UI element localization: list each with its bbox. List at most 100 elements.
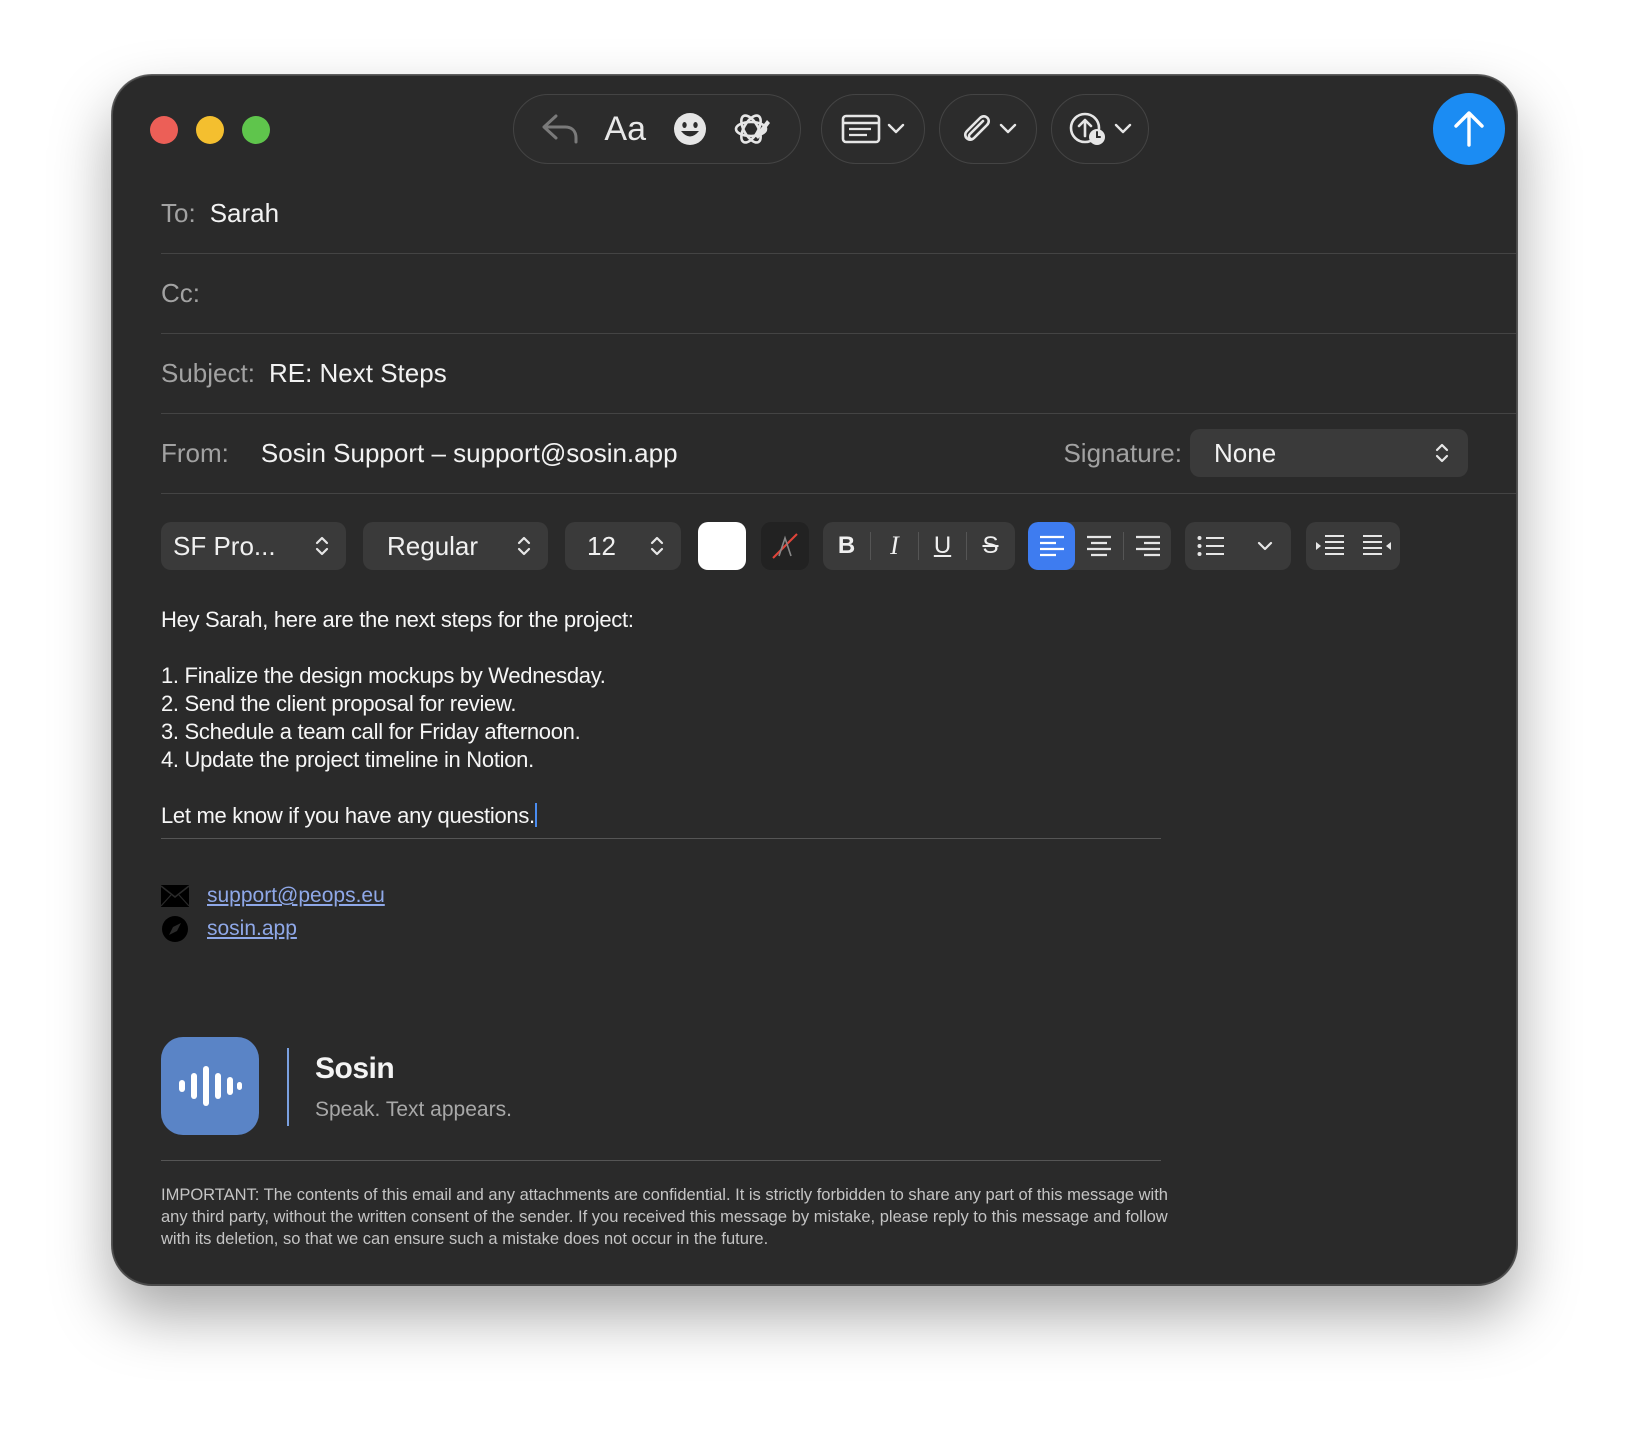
chevron-down-icon <box>1257 541 1273 551</box>
compass-icon <box>162 916 188 942</box>
underline-label: U <box>933 532 952 559</box>
send-later-button[interactable] <box>1068 95 1132 163</box>
background-color-swatch[interactable] <box>761 522 809 570</box>
attachment-icon <box>964 115 990 141</box>
zoom-window-button[interactable] <box>242 116 270 144</box>
chevron-updown-icon <box>650 536 664 556</box>
header-fields-group <box>821 94 925 164</box>
message-body[interactable]: Hey Sarah, here are the next steps for t… <box>161 606 1161 830</box>
subject-row: Subject: RE: Next Steps <box>161 334 1516 414</box>
signature-select[interactable]: None <box>1190 429 1468 477</box>
no-color-icon <box>772 533 798 559</box>
body-greeting: Hey Sarah, here are the next steps for t… <box>161 607 634 632</box>
indent-segment <box>1306 522 1400 570</box>
mail-compose-window: Aa To: Sarah Cc: Subject: RE: Next Steps… <box>112 75 1517 1285</box>
header-fields-icon <box>841 114 881 144</box>
list-item: 1. Finalize the design mockups by Wednes… <box>161 663 606 688</box>
minimize-window-button[interactable] <box>196 116 224 144</box>
align-right-button[interactable] <box>1124 522 1171 570</box>
envelope-icon <box>161 885 189 907</box>
font-family-select[interactable]: SF Pro... <box>161 522 346 570</box>
chevron-updown-icon <box>517 536 531 556</box>
confidentiality-disclaimer: IMPORTANT: The contents of this email an… <box>161 1186 1168 1248</box>
format-text-button[interactable]: Aa <box>604 95 646 163</box>
close-window-button[interactable] <box>150 116 178 144</box>
attach-button[interactable] <box>959 95 1017 163</box>
chevron-down-icon <box>887 123 905 134</box>
align-left-button[interactable] <box>1028 522 1075 570</box>
emoji-icon <box>673 113 706 145</box>
send-later-icon <box>1069 112 1105 145</box>
font-size-select[interactable]: 12 <box>565 522 681 570</box>
from-row: From: Sosin Support – support@sosin.app … <box>161 414 1516 494</box>
emoji-button[interactable] <box>672 95 708 163</box>
italic-label: I <box>890 531 899 560</box>
body-closing-line: Let me know if you have any questions. <box>161 802 1161 830</box>
font-style-select[interactable]: Regular <box>363 522 548 570</box>
font-family-value: SF Pro... <box>173 530 276 561</box>
text-color-swatch[interactable] <box>698 522 746 570</box>
cc-field[interactable] <box>214 279 814 309</box>
italic-button[interactable]: I <box>871 522 918 570</box>
font-style-value: Regular <box>387 530 479 561</box>
send-icon <box>1454 111 1484 147</box>
text-style-segment: B I U S <box>823 522 1015 570</box>
to-field[interactable]: Sarah <box>210 198 279 229</box>
chevron-updown-icon <box>315 536 329 556</box>
writing-tools-button[interactable] <box>733 95 773 163</box>
waveform-icon <box>179 1066 242 1106</box>
outdent-icon <box>1315 535 1344 555</box>
signature-email-link[interactable]: support@peops.eu <box>207 884 385 908</box>
send-later-group <box>1051 94 1149 164</box>
bullet-list-icon <box>1197 536 1224 556</box>
from-select[interactable]: Sosin Support – support@sosin.app <box>261 438 678 469</box>
signature-divider-bottom <box>161 1160 1161 1161</box>
strikethrough-label: S <box>982 532 999 559</box>
signature-brand-name: Sosin <box>315 1052 395 1085</box>
writing-tools-icon <box>734 114 771 144</box>
cc-row: Cc: <box>161 254 1516 334</box>
align-center-button[interactable] <box>1075 522 1123 570</box>
to-label: To: <box>161 198 196 228</box>
from-label: From: <box>161 438 229 468</box>
bold-label: B <box>837 532 856 559</box>
signature-label: Signature: <box>1063 438 1182 468</box>
subject-field[interactable]: RE: Next Steps <box>269 358 447 389</box>
chevron-down-icon <box>999 123 1017 134</box>
subject-label: Subject: <box>161 358 255 388</box>
list-item: 4. Update the project timeline in Notion… <box>161 747 534 772</box>
indent-icon <box>1362 535 1391 555</box>
bold-button[interactable]: B <box>823 522 870 570</box>
signature-website-row: sosin.app <box>161 915 297 943</box>
window-controls <box>150 116 270 144</box>
attachment-group <box>939 94 1037 164</box>
increase-indent-button[interactable] <box>1353 522 1400 570</box>
list-style-select[interactable] <box>1185 522 1291 570</box>
signature-value: None <box>1214 437 1277 468</box>
alignment-segment <box>1028 522 1171 570</box>
underline-button[interactable]: U <box>919 522 966 570</box>
send-button[interactable] <box>1433 93 1505 165</box>
chevron-updown-icon <box>1435 443 1449 463</box>
align-right-icon <box>1135 535 1160 557</box>
signature-divider-top <box>161 838 1161 839</box>
reply-icon <box>542 114 578 144</box>
header-fields-button[interactable] <box>841 95 905 163</box>
signature-vertical-divider <box>287 1048 289 1126</box>
toolbar-format-group: Aa <box>513 94 801 164</box>
signature-tagline: Speak. Text appears. <box>315 1098 512 1121</box>
to-row: To: Sarah <box>161 174 1516 254</box>
font-size-value: 12 <box>587 530 616 561</box>
strikethrough-button[interactable]: S <box>967 522 1014 570</box>
list-item: 2. Send the client proposal for review. <box>161 691 517 716</box>
signature-email-row: support@peops.eu <box>161 884 385 908</box>
align-left-icon <box>1039 535 1064 557</box>
list-item: 3. Schedule a team call for Friday after… <box>161 719 581 744</box>
body-closing: Let me know if you have any questions. <box>161 803 535 828</box>
text-cursor <box>534 803 537 827</box>
reply-button[interactable] <box>541 95 579 163</box>
sosin-logo <box>161 1037 259 1135</box>
decrease-indent-button[interactable] <box>1306 522 1353 570</box>
cc-label: Cc: <box>161 278 200 308</box>
signature-website-link[interactable]: sosin.app <box>207 917 297 941</box>
